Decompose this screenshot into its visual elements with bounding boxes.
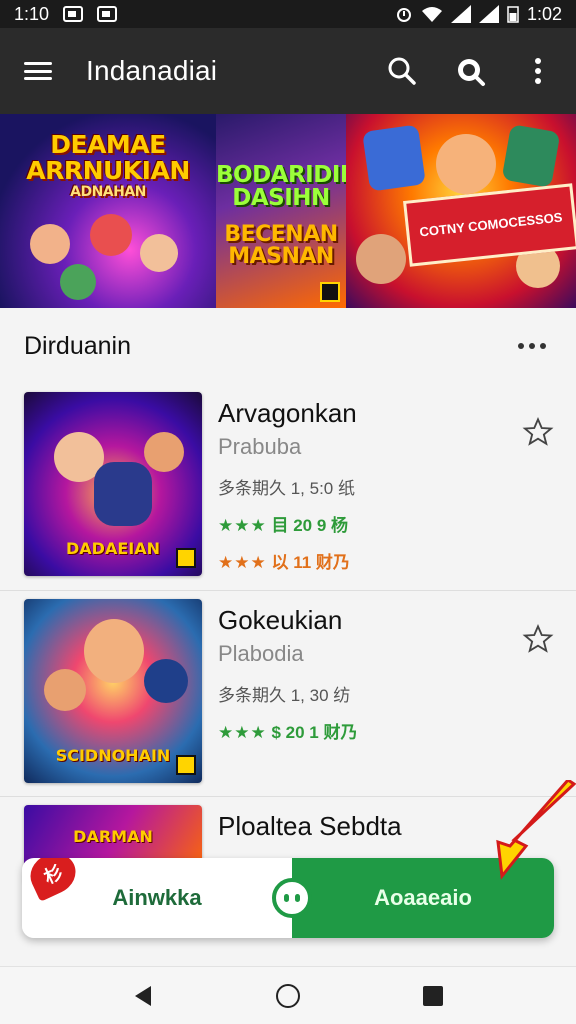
rating-text: 目 20 9 杨 (271, 516, 349, 535)
app-thumbnail: DADAEIAN (24, 392, 202, 576)
character-art (356, 234, 406, 284)
list-item[interactable]: DADAEIAN Arvagonkan Prabuba 多条期久 1, 5:0 … (0, 384, 576, 590)
battery-text: 1:02 (526, 3, 562, 24)
notification-icon-2 (97, 6, 118, 22)
menu-icon[interactable] (20, 56, 56, 86)
app-thumbnail: SCIDNOHAIN (24, 599, 202, 783)
section-header: Dirduanin (0, 308, 576, 384)
item-meta: 多条期久 1, 30 纺 (218, 686, 351, 705)
character-art (84, 619, 144, 683)
character-art (90, 214, 132, 256)
thumbnail-label: DARMAN (73, 827, 153, 846)
toggle-icon[interactable] (272, 878, 312, 918)
character-art (30, 224, 70, 264)
banner-title-3: BECENAN MASNAN (224, 222, 338, 269)
banner-panel-1[interactable]: DEAMAE ARRNUKIAN ADNAHAN (0, 114, 216, 308)
rating-stars: ★★★ (218, 553, 267, 572)
favorite-star-icon[interactable] (522, 416, 554, 453)
rating-row: ★★★ 以 11 财乃 (218, 548, 552, 573)
banner-subtitle-1: ADNAHAN (70, 183, 146, 200)
more-horizontal-icon[interactable] (512, 337, 552, 355)
signal-icon (450, 5, 471, 23)
system-nav-bar (0, 966, 576, 1024)
signal-icon-2 (478, 5, 499, 23)
section-title: Dirduanin (24, 331, 132, 360)
item-meta: 多条期久 1, 5:0 纸 (218, 479, 355, 498)
thumbnail-label: DADAEIAN (66, 539, 160, 558)
banner-title-1-text: DEAMAE ARRNUKIAN (26, 130, 190, 186)
app-bar: Indanadiai (0, 28, 576, 114)
item-title: Gokeukian (218, 605, 343, 635)
home-icon[interactable] (268, 976, 308, 1016)
badge-icon (320, 282, 340, 302)
character-art (144, 659, 188, 703)
banner-panel-3[interactable]: COTNY COMOCESSOS (346, 114, 576, 308)
badge-icon (176, 548, 196, 568)
list-item[interactable]: SCIDNOHAIN Gokeukian Plabodia 多条期久 1, 30… (0, 590, 576, 796)
rating-stars: ★★★ (218, 723, 267, 742)
secondary-action-label: Ainwkka (112, 885, 202, 910)
favorite-star-icon[interactable] (522, 623, 554, 660)
app-list: DADAEIAN Arvagonkan Prabuba 多条期久 1, 5:0 … (0, 384, 576, 896)
battery-icon (507, 6, 519, 23)
banner-title-1: DEAMAE ARRNUKIAN ADNAHAN (0, 130, 216, 200)
rating-stars: ★★★ (218, 516, 267, 535)
rating-row: ★★★ 目 20 9 杨 (218, 511, 552, 536)
thumbnail-label: SCIDNOHAIN (55, 746, 171, 765)
promo-banner[interactable]: DEAMAE ARRNUKIAN ADNAHAN BODARIDIN DASIHN… (0, 114, 576, 308)
item-title: Arvagonkan (218, 398, 357, 428)
search-alt-icon[interactable] (452, 53, 488, 89)
item-subtitle: Plabodia (218, 641, 304, 666)
action-bar: Ainwkka Aoaaeaio 杉 (22, 858, 554, 938)
character-art (362, 124, 426, 192)
rating-row: ★★★ $ 20 1 财乃 (218, 718, 552, 743)
primary-action-label: Aoaaeaio (374, 885, 472, 910)
app-title: Indanadiai (86, 55, 218, 86)
back-icon[interactable] (123, 976, 163, 1016)
item-subtitle: Prabuba (218, 434, 302, 459)
search-icon[interactable] (384, 53, 420, 89)
badge-icon (176, 755, 196, 775)
item-title: Ploaltea Sebdta (218, 811, 402, 841)
primary-action-button[interactable]: Aoaaeaio (292, 858, 554, 938)
notification-icon (63, 6, 84, 22)
character-art (501, 124, 561, 188)
character-art (94, 462, 152, 526)
character-art (60, 264, 96, 300)
status-bar: 1:10 1:02 (0, 0, 576, 28)
more-vertical-icon[interactable] (520, 53, 556, 89)
character-art (144, 432, 184, 472)
recents-icon[interactable] (413, 976, 453, 1016)
character-art (436, 134, 496, 194)
character-art (140, 234, 178, 272)
status-time: 1:10 (14, 3, 50, 24)
rating-text: $ 20 1 财乃 (271, 723, 358, 742)
character-art (44, 669, 86, 711)
rating-text: 以 11 财乃 (271, 553, 350, 572)
wifi-icon (421, 7, 442, 22)
alarm-icon (396, 8, 411, 22)
banner-panel-2[interactable]: BODARIDIN DASIHN BECENAN MASNAN (216, 114, 346, 308)
banner-title-2: BODARIDIN DASIHN (216, 162, 346, 211)
